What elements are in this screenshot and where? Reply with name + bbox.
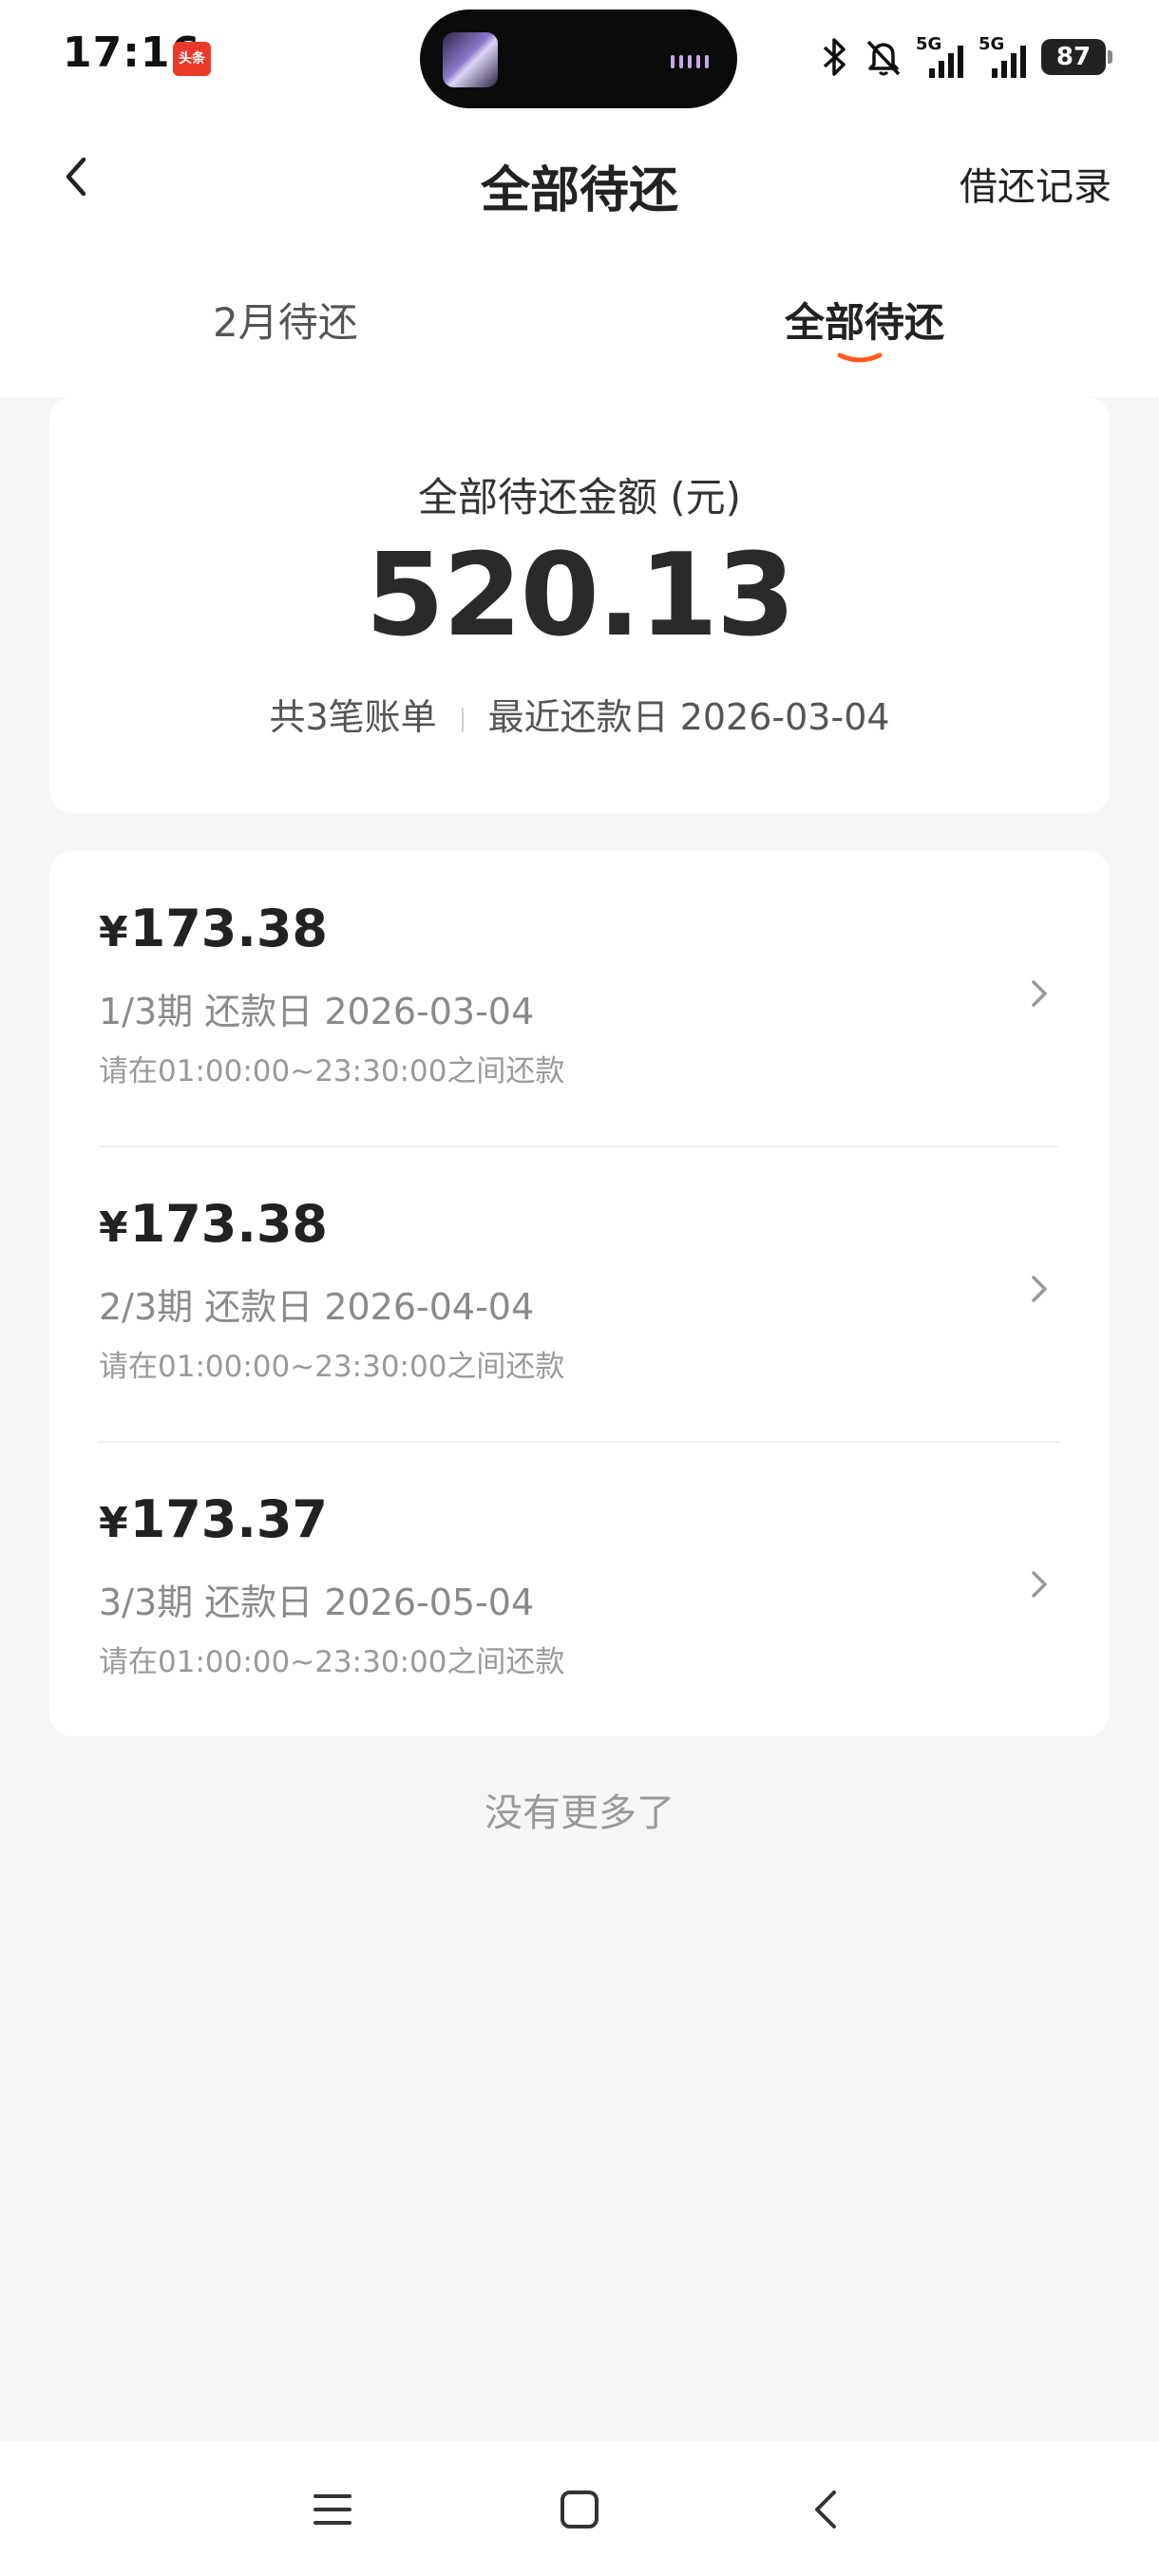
system-back-icon[interactable] <box>798 2481 855 2538</box>
signal-strength-icon: 5G <box>978 34 1028 78</box>
total-due-meta: 共3笔账单 最近还款日 2026-03-04 <box>49 688 1110 740</box>
chevron-right-icon <box>1032 1276 1047 1302</box>
battery-indicator: 87 <box>1041 39 1112 75</box>
bluetooth-icon <box>823 38 846 76</box>
menu-icon[interactable] <box>304 2481 361 2538</box>
total-due-card: 全部待还金额 (元) 520.13 共3笔账单 最近还款日 2026-03-04 <box>49 397 1110 813</box>
installment-list: ¥173.38 1/3期 还款日 2026-03-04 请在01:00:00~2… <box>49 851 1110 1736</box>
tab-february-due[interactable]: 2月待还 <box>213 291 358 349</box>
tab-all-due[interactable]: 全部待还 <box>785 291 944 349</box>
tab-bar: 2月待还 全部待还 <box>0 275 1159 380</box>
navigation-bar: 全部待还 借还记录 <box>0 123 1159 237</box>
audio-wave-icon <box>671 55 709 68</box>
repayment-window-hint: 请在01:00:00~23:30:00之间还款 <box>99 1645 565 1679</box>
chevron-right-icon <box>1032 1571 1047 1598</box>
installment-amount: ¥173.38 <box>99 899 329 958</box>
toutiao-app-icon: 头条 <box>173 42 211 76</box>
home-square-icon[interactable] <box>551 2481 608 2538</box>
bill-count: 共3笔账单 <box>269 696 437 738</box>
installment-item[interactable]: ¥173.38 2/3期 还款日 2026-04-04 请在01:00:00~2… <box>49 1146 1110 1442</box>
active-tab-indicator <box>837 352 883 363</box>
dynamic-island[interactable] <box>420 9 737 108</box>
no-more-label: 没有更多了 <box>484 1791 674 1835</box>
meta-divider <box>461 707 464 732</box>
system-navigation-bar <box>0 2441 1159 2576</box>
total-due-amount: 520.13 <box>365 530 795 662</box>
status-bar: 17:16 头条 5G 5G 87 <box>0 0 1159 114</box>
media-artwork-icon <box>443 32 498 87</box>
repayment-window-hint: 请在01:00:00~23:30:00之间还款 <box>99 1054 565 1089</box>
installment-due-date: 2/3期 还款日 2026-04-04 <box>99 1286 535 1328</box>
next-due-date: 最近还款日 2026-03-04 <box>487 696 890 738</box>
total-due-label: 全部待还金额 (元) <box>417 474 742 521</box>
installment-due-date: 1/3期 还款日 2026-03-04 <box>99 991 535 1032</box>
installment-due-date: 3/3期 还款日 2026-05-04 <box>99 1582 535 1623</box>
installment-item[interactable]: ¥173.38 1/3期 还款日 2026-03-04 请在01:00:00~2… <box>49 851 1110 1146</box>
repayment-window-hint: 请在01:00:00~23:30:00之间还款 <box>99 1350 565 1384</box>
installment-amount: ¥173.38 <box>99 1194 329 1254</box>
signal-strength-icon: 5G <box>916 34 965 78</box>
mute-bell-icon <box>866 40 901 76</box>
installment-amount: ¥173.37 <box>99 1489 329 1549</box>
installment-item[interactable]: ¥173.37 3/3期 还款日 2026-05-04 请在01:00:00~2… <box>49 1442 1110 1737</box>
chevron-right-icon <box>1032 980 1047 1007</box>
loan-history-link[interactable]: 借还记录 <box>960 156 1112 211</box>
